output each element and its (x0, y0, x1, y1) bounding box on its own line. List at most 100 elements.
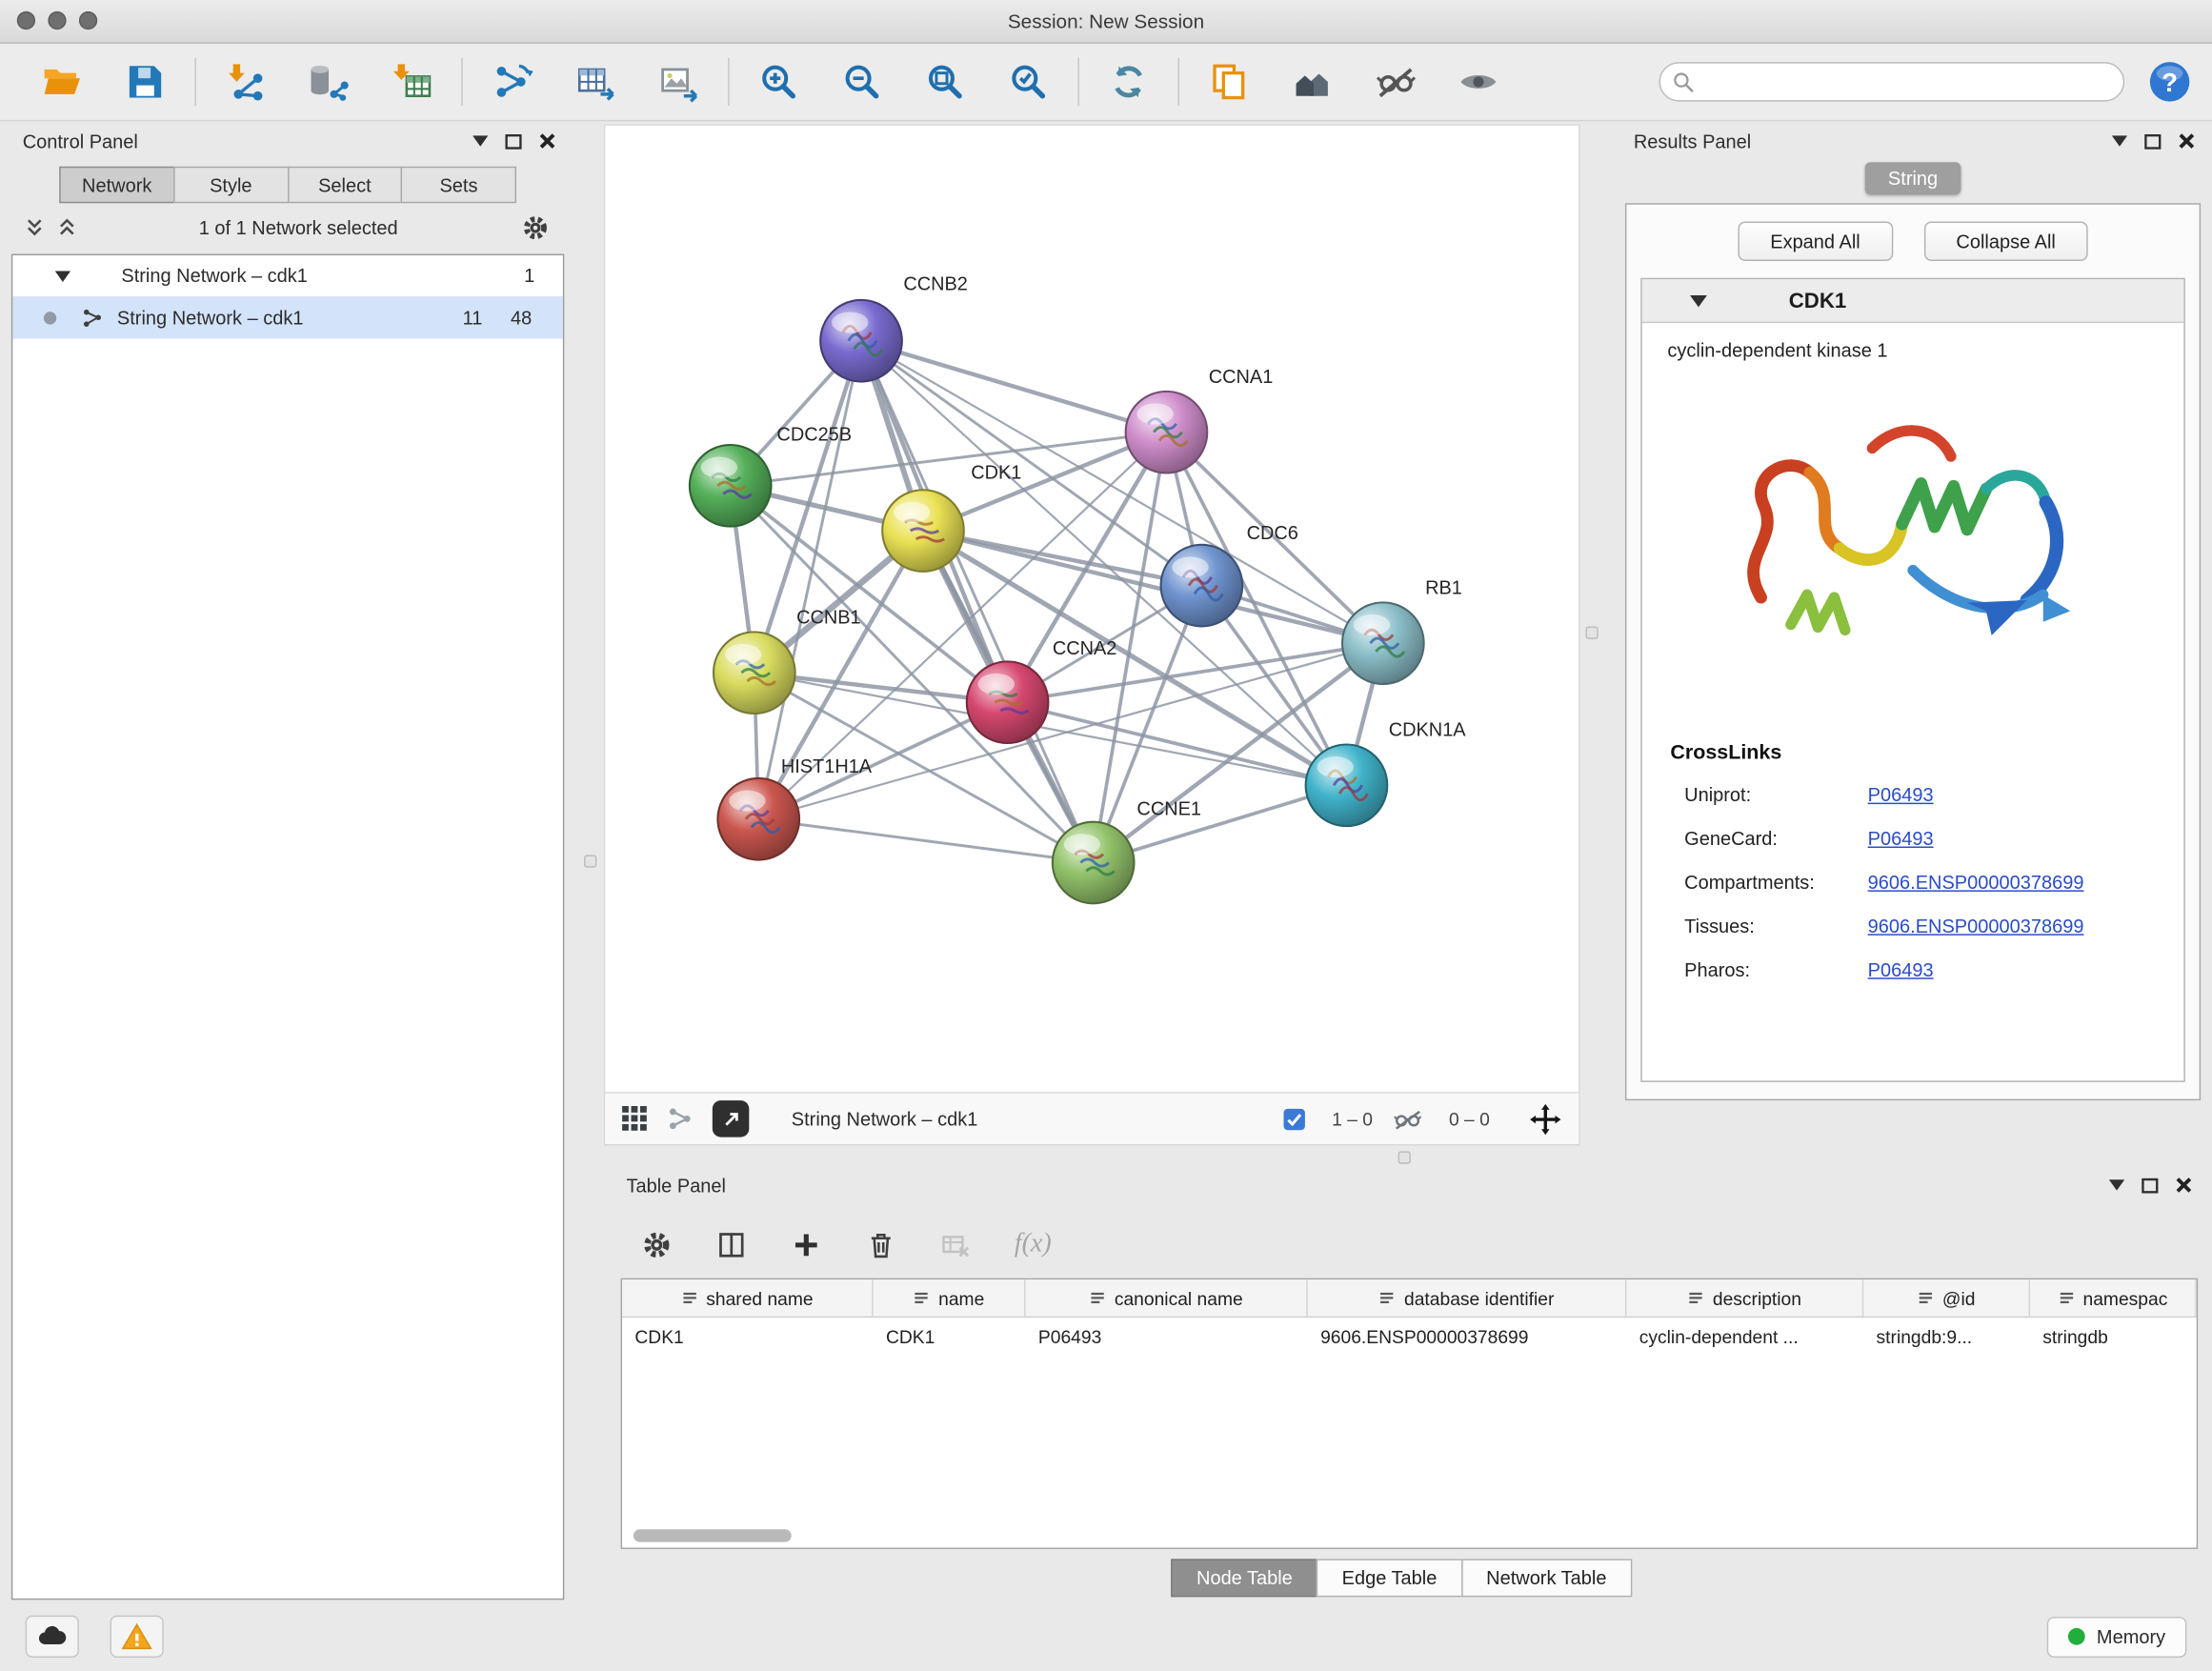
network-node-ccna2[interactable] (967, 661, 1049, 743)
network-node-ccnb1[interactable] (714, 632, 795, 714)
network-edge[interactable] (758, 819, 1093, 863)
network-node-cdk1[interactable] (882, 490, 964, 572)
import-network-database-button[interactable] (297, 52, 359, 111)
delete-trash-icon[interactable] (865, 1228, 897, 1260)
tab-sets[interactable]: Sets (401, 167, 516, 204)
panel-close-icon[interactable] (539, 132, 556, 150)
table-cell[interactable]: CDK1 (622, 1318, 874, 1356)
network-edge[interactable] (758, 341, 861, 819)
panel-menu-caret-icon[interactable] (2109, 1179, 2124, 1191)
zoom-fit-button[interactable] (915, 52, 976, 111)
network-edge[interactable] (861, 341, 1094, 863)
network-analyzer-button[interactable] (1281, 52, 1343, 111)
crosslink-compartments-link[interactable]: 9606.ENSP00000378699 (1868, 872, 2084, 893)
window-zoom-button[interactable] (79, 11, 97, 30)
splitter-handle[interactable] (584, 855, 596, 867)
function-builder-button[interactable]: f(x) (1015, 1229, 1052, 1260)
tab-style[interactable]: Style (173, 167, 289, 204)
network-node-cdkn1a[interactable] (1306, 744, 1388, 826)
new-table-button[interactable] (564, 52, 626, 111)
tab-node-table[interactable]: Node Table (1171, 1559, 1317, 1597)
import-table-button[interactable] (381, 52, 443, 111)
hidden-glasses-icon[interactable] (1393, 1107, 1424, 1131)
network-edge[interactable] (861, 341, 1383, 643)
splitter-handle[interactable] (1585, 627, 1598, 639)
add-column-plus-icon[interactable] (790, 1228, 822, 1260)
column-header[interactable]: name (874, 1279, 1026, 1317)
window-close-button[interactable] (17, 11, 35, 30)
network-node-ccne1[interactable] (1053, 822, 1135, 904)
panel-menu-caret-icon[interactable] (473, 135, 488, 147)
birdseye-grid-icon[interactable] (622, 1106, 648, 1132)
tree-caret-icon[interactable] (55, 271, 70, 282)
panel-float-icon[interactable] (2144, 133, 2162, 149)
network-share-icon[interactable] (667, 1106, 693, 1132)
crosslink-uniprot-link[interactable]: P06493 (1868, 784, 1934, 805)
network-node-hist1h1a[interactable] (717, 778, 799, 860)
column-header[interactable]: canonical name (1026, 1279, 1308, 1317)
results-tab-string[interactable]: String (1865, 162, 1961, 194)
crosslink-tissues-link[interactable]: 9606.ENSP00000378699 (1868, 916, 2084, 936)
network-collection-row[interactable]: String Network – cdk1 1 (12, 255, 563, 296)
zoom-selected-button[interactable] (997, 52, 1059, 111)
column-header[interactable]: namespac (2030, 1279, 2197, 1317)
network-node-ccnb2[interactable] (820, 300, 902, 382)
window-minimize-button[interactable] (48, 11, 66, 30)
import-network-file-button[interactable] (214, 52, 276, 111)
copy-documents-button[interactable] (1197, 52, 1259, 111)
zoom-in-button[interactable] (748, 52, 810, 111)
panel-menu-caret-icon[interactable] (2112, 135, 2127, 147)
crosslink-pharos-link[interactable]: P06493 (1868, 959, 1934, 980)
panel-close-icon[interactable] (2176, 1177, 2193, 1194)
tab-select[interactable]: Select (287, 167, 402, 204)
save-session-button[interactable] (114, 52, 176, 111)
search-input[interactable] (1659, 62, 2125, 101)
crosslink-genecard-link[interactable]: P06493 (1868, 828, 1934, 849)
collapse-all-button[interactable]: Collapse All (1923, 221, 2088, 260)
column-header[interactable]: shared name (622, 1279, 874, 1317)
panel-close-icon[interactable] (2178, 132, 2195, 150)
open-session-button[interactable] (31, 52, 93, 111)
table-cell[interactable]: cyclin-dependent ... (1626, 1318, 1863, 1356)
node-details-header[interactable]: CDK1 (1642, 279, 2184, 323)
network-edge[interactable] (861, 341, 1166, 433)
show-columns-icon[interactable] (715, 1228, 748, 1260)
entry-caret-icon[interactable] (1690, 294, 1707, 307)
tab-network[interactable]: Network (59, 167, 174, 204)
memory-button[interactable]: Memory (2047, 1616, 2186, 1657)
expand-all-icon[interactable] (58, 217, 76, 237)
selected-checkbox-icon[interactable] (1282, 1107, 1306, 1131)
network-graph-canvas[interactable]: CCNB2CCNA1CDC25BCDK1CDC6RB1CCNB1CCNA2CDK… (605, 126, 1579, 1092)
column-header[interactable]: database identifier (1308, 1279, 1627, 1317)
export-image-button[interactable] (648, 52, 710, 111)
apply-layout-button[interactable] (1097, 52, 1159, 111)
panel-float-icon[interactable] (505, 133, 522, 149)
open-in-new-window-button[interactable] (713, 1100, 750, 1137)
collapse-all-icon[interactable] (26, 217, 44, 237)
tab-edge-table[interactable]: Edge Table (1317, 1559, 1462, 1597)
panel-float-icon[interactable] (2142, 1178, 2159, 1193)
table-cell[interactable]: CDK1 (874, 1318, 1026, 1356)
column-header[interactable]: description (1626, 1279, 1863, 1317)
zoom-out-button[interactable] (831, 52, 893, 111)
help-button[interactable]: ? (2147, 59, 2192, 104)
show-details-button[interactable] (1447, 52, 1509, 111)
warnings-button[interactable] (111, 1616, 164, 1658)
pan-crosshair-icon[interactable] (1529, 1102, 1561, 1135)
table-cell[interactable]: stringdb (2030, 1318, 2197, 1356)
hide-details-button[interactable] (1364, 52, 1426, 111)
gear-icon[interactable] (520, 212, 550, 242)
network-node-cdc6[interactable] (1161, 545, 1243, 627)
table-cell[interactable]: P06493 (1026, 1318, 1308, 1356)
new-network-button[interactable] (481, 52, 543, 111)
network-node-ccna1[interactable] (1126, 392, 1208, 473)
network-node-cdc25b[interactable] (690, 445, 772, 527)
column-header[interactable]: @id (1863, 1279, 2030, 1317)
table-cell[interactable]: stringdb:9... (1863, 1318, 2030, 1356)
network-row-selected[interactable]: String Network – cdk1 11 48 (12, 296, 563, 338)
table-settings-gear-icon[interactable] (640, 1228, 673, 1260)
table-row[interactable]: CDK1 CDK1 P06493 9606.ENSP00000378699 cy… (622, 1318, 2197, 1356)
tab-network-table[interactable]: Network Table (1460, 1559, 1632, 1597)
network-node-rb1[interactable] (1342, 602, 1424, 684)
expand-all-button[interactable]: Expand All (1738, 221, 1893, 260)
